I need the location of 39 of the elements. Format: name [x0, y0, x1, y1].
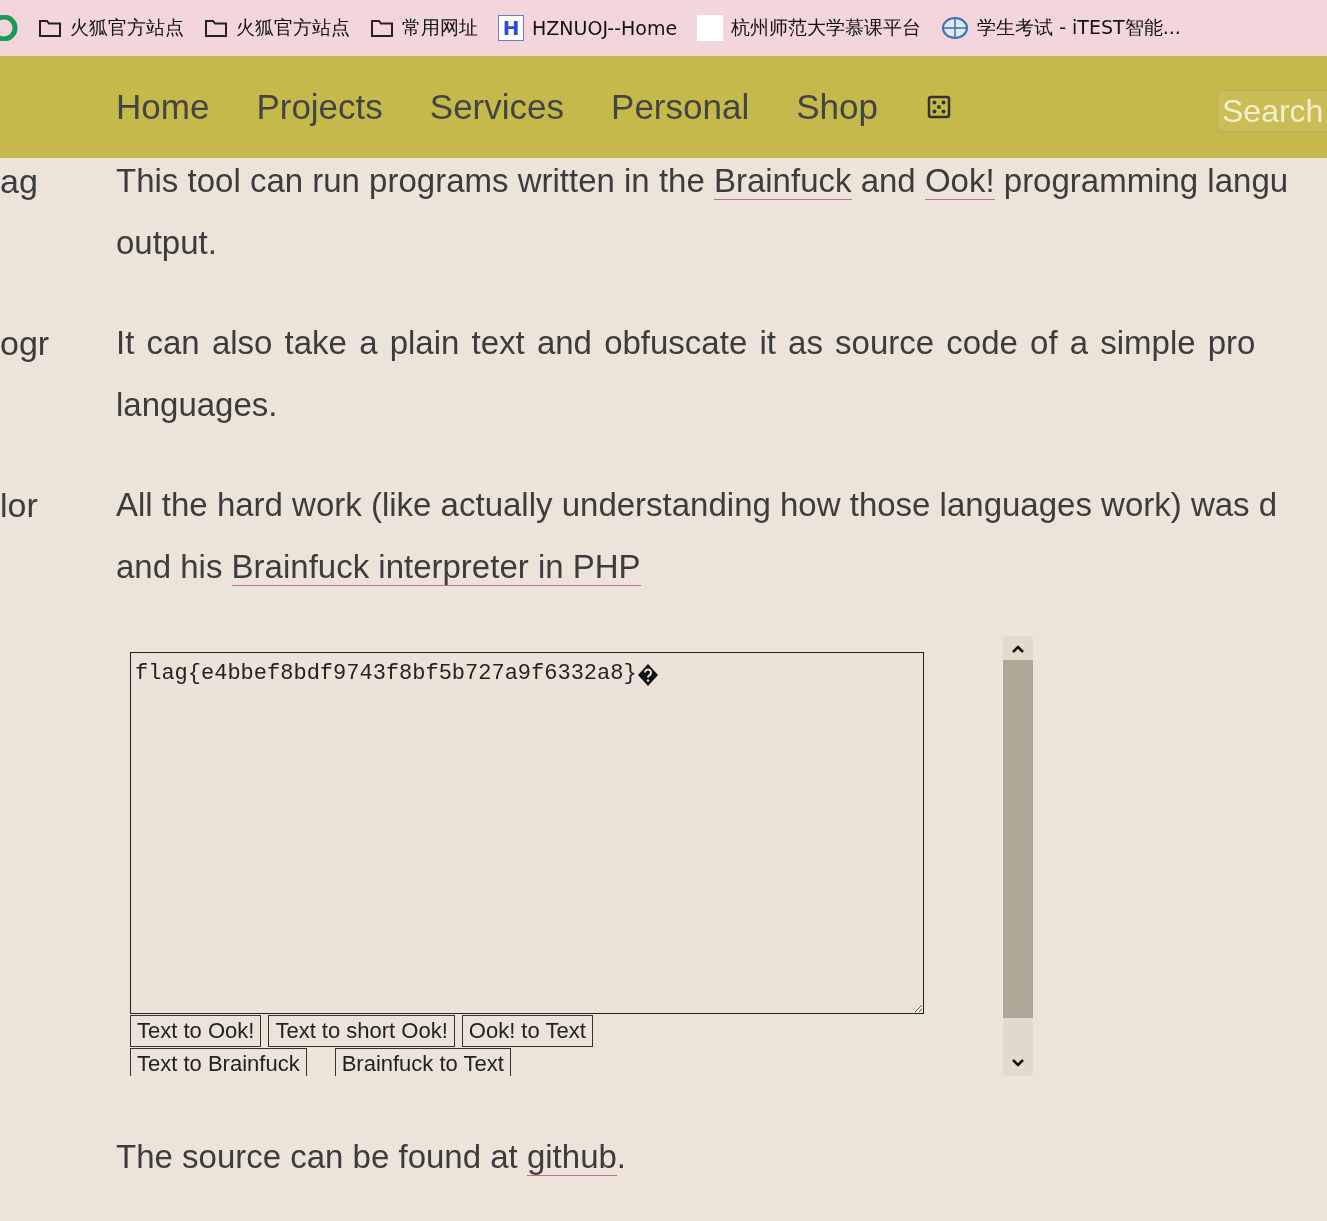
folder-icon: [204, 18, 228, 38]
text-link[interactable]: Ook!: [924, 162, 995, 200]
scrollbar[interactable]: [1003, 636, 1033, 1076]
replacement-char-icon: [637, 664, 658, 686]
paragraph: All the hard work (like actually understanding how those languages work) was d and his Brainfuck interpreter in PHP: [116, 485, 1279, 588]
nav-link[interactable]: Personal: [611, 87, 750, 127]
dice-icon[interactable]: [926, 95, 951, 119]
bookmark[interactable]: H HZNUOJ--Home: [498, 15, 678, 41]
search-field[interactable]: Search: [1217, 90, 1327, 132]
nav-link[interactable]: Shop: [796, 87, 878, 127]
bookmark[interactable]: 火狐官方站点: [204, 15, 350, 41]
convert-button[interactable]: Brainfuck to Text: [334, 1048, 511, 1076]
globe-icon: [941, 16, 970, 40]
sidebar-text: ogr: [0, 323, 51, 364]
bookmark[interactable]: 火狐官方站点: [38, 15, 184, 41]
convert-button[interactable]: Text to short Ook!: [268, 1015, 455, 1047]
text-link[interactable]: github: [526, 1138, 617, 1176]
output-textarea[interactable]: flag{e4bbef8bdf9743f8bf5b727a9f6332a8}: [130, 652, 924, 1014]
bookmark[interactable]: 常用网址: [370, 15, 478, 41]
folder-icon: [370, 18, 394, 38]
bookmark[interactable]: 杭州师范大学慕课平台: [697, 15, 922, 41]
scrollbar-thumb[interactable]: [1003, 660, 1033, 1018]
convert-button[interactable]: Ook! to Text: [461, 1015, 593, 1047]
paragraph: It can also take a plain text and obfuscate it as source code of a simple pro languages.: [116, 323, 1257, 425]
folder-icon: [38, 18, 62, 38]
convert-button[interactable]: Text to Ook!: [130, 1015, 262, 1047]
convert-button[interactable]: Text to Brainfuck: [130, 1048, 307, 1076]
sidebar-text: ag: [0, 161, 39, 202]
text-link[interactable]: Brainfuck: [713, 162, 852, 200]
bookmark[interactable]: 学生考试 - iTEST智能...: [941, 15, 1181, 41]
browser-logo-icon: [0, 15, 18, 41]
text-link[interactable]: Brainfuck interpreter in PHP: [231, 548, 641, 586]
nav-link[interactable]: Projects: [256, 87, 383, 127]
sidebar-text: lor: [0, 485, 39, 526]
site-icon: H: [498, 15, 524, 41]
nav-link[interactable]: Services: [429, 87, 565, 127]
source-note: The source can be found at github.: [116, 1137, 628, 1178]
blank-page-icon: [697, 15, 724, 41]
nav-link[interactable]: Home: [116, 87, 210, 127]
